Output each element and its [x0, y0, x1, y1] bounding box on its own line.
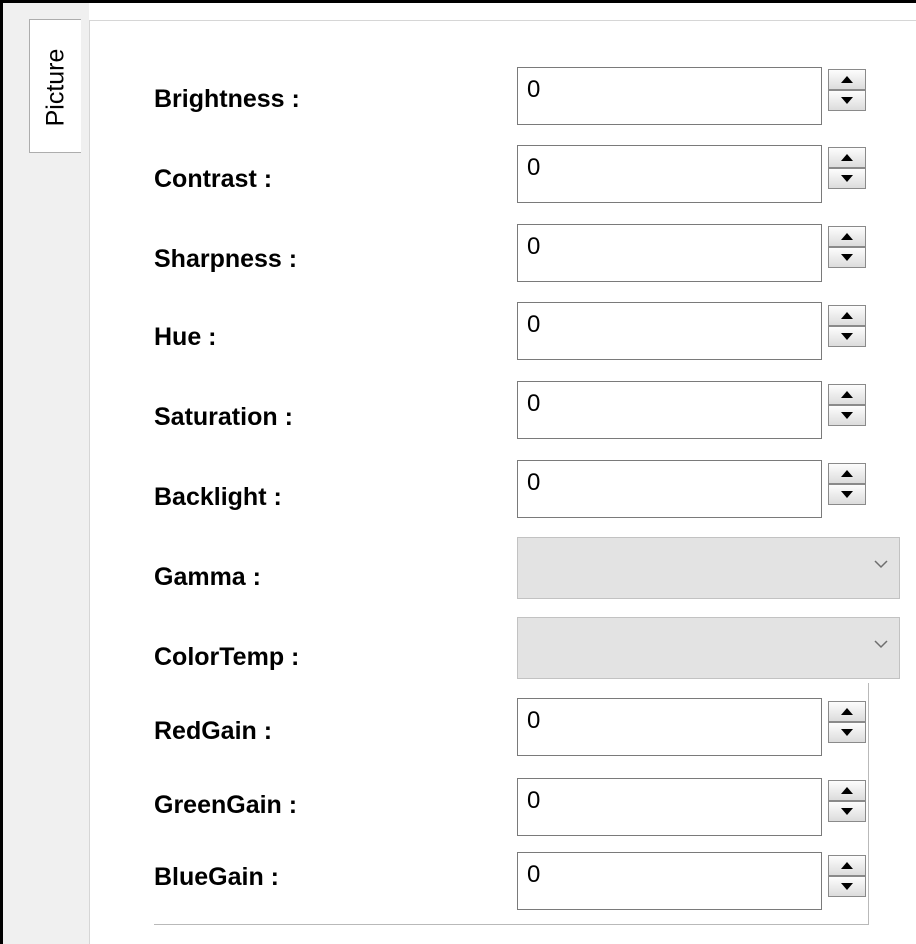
chevron-down-icon [874, 560, 888, 569]
hue-decrement-button[interactable] [828, 326, 866, 347]
triangle-down-icon [841, 808, 853, 815]
brightness-input[interactable]: 0 [517, 67, 822, 125]
gamma-dropdown[interactable] [517, 537, 900, 599]
greengain-increment-button[interactable] [828, 780, 866, 801]
greengain-label: GreenGain : [154, 791, 298, 819]
triangle-down-icon [841, 883, 853, 890]
sharpness-label: Sharpness : [154, 245, 298, 273]
triangle-down-icon [841, 97, 853, 104]
backlight-increment-button[interactable] [828, 463, 866, 484]
triangle-down-icon [841, 333, 853, 340]
sharpness-spinner [828, 226, 866, 268]
gain-group-border-right [868, 683, 869, 925]
triangle-up-icon [841, 862, 853, 869]
brightness-decrement-button[interactable] [828, 90, 866, 111]
contrast-input[interactable]: 0 [517, 145, 822, 203]
bluegain-label: BlueGain : [154, 863, 280, 891]
backlight-input[interactable]: 0 [517, 460, 822, 518]
tab-picture[interactable]: Picture [29, 19, 81, 153]
bluegain-spinner [828, 855, 866, 897]
hue-label: Hue : [154, 323, 217, 351]
greengain-decrement-button[interactable] [828, 801, 866, 822]
triangle-up-icon [841, 233, 853, 240]
triangle-up-icon [841, 787, 853, 794]
triangle-up-icon [841, 76, 853, 83]
saturation-spinner [828, 384, 866, 426]
saturation-input[interactable]: 0 [517, 381, 822, 439]
tab-strip: Picture [3, 3, 89, 944]
triangle-down-icon [841, 491, 853, 498]
triangle-down-icon [841, 412, 853, 419]
saturation-decrement-button[interactable] [828, 405, 866, 426]
greengain-spinner [828, 780, 866, 822]
saturation-label: Saturation : [154, 403, 293, 431]
bluegain-increment-button[interactable] [828, 855, 866, 876]
triangle-up-icon [841, 470, 853, 477]
hue-input[interactable]: 0 [517, 302, 822, 360]
triangle-up-icon [841, 708, 853, 715]
gain-group-border-bottom [154, 924, 869, 925]
triangle-up-icon [841, 391, 853, 398]
hue-spinner [828, 305, 866, 347]
redgain-spinner [828, 701, 866, 743]
saturation-increment-button[interactable] [828, 384, 866, 405]
triangle-down-icon [841, 175, 853, 182]
greengain-input[interactable]: 0 [517, 778, 822, 836]
redgain-input[interactable]: 0 [517, 698, 822, 756]
tab-picture-label-wrap: Picture [30, 20, 82, 154]
brightness-increment-button[interactable] [828, 69, 866, 90]
chevron-down-icon [874, 640, 888, 649]
colortemp-label: ColorTemp : [154, 643, 300, 671]
colortemp-dropdown[interactable] [517, 617, 900, 679]
brightness-spinner [828, 69, 866, 111]
sharpness-increment-button[interactable] [828, 226, 866, 247]
redgain-decrement-button[interactable] [828, 722, 866, 743]
backlight-label: Backlight : [154, 483, 282, 511]
sharpness-decrement-button[interactable] [828, 247, 866, 268]
contrast-decrement-button[interactable] [828, 168, 866, 189]
triangle-down-icon [841, 254, 853, 261]
backlight-spinner [828, 463, 866, 505]
redgain-increment-button[interactable] [828, 701, 866, 722]
bluegain-input[interactable]: 0 [517, 852, 822, 910]
triangle-up-icon [841, 312, 853, 319]
contrast-spinner [828, 147, 866, 189]
hue-increment-button[interactable] [828, 305, 866, 326]
gamma-label: Gamma : [154, 563, 261, 591]
triangle-up-icon [841, 154, 853, 161]
backlight-decrement-button[interactable] [828, 484, 866, 505]
sharpness-input[interactable]: 0 [517, 224, 822, 282]
bluegain-decrement-button[interactable] [828, 876, 866, 897]
contrast-label: Contrast : [154, 165, 273, 193]
triangle-down-icon [841, 729, 853, 736]
brightness-label: Brightness : [154, 85, 300, 113]
tab-picture-label: Picture [41, 48, 70, 126]
redgain-label: RedGain : [154, 717, 273, 745]
contrast-increment-button[interactable] [828, 147, 866, 168]
